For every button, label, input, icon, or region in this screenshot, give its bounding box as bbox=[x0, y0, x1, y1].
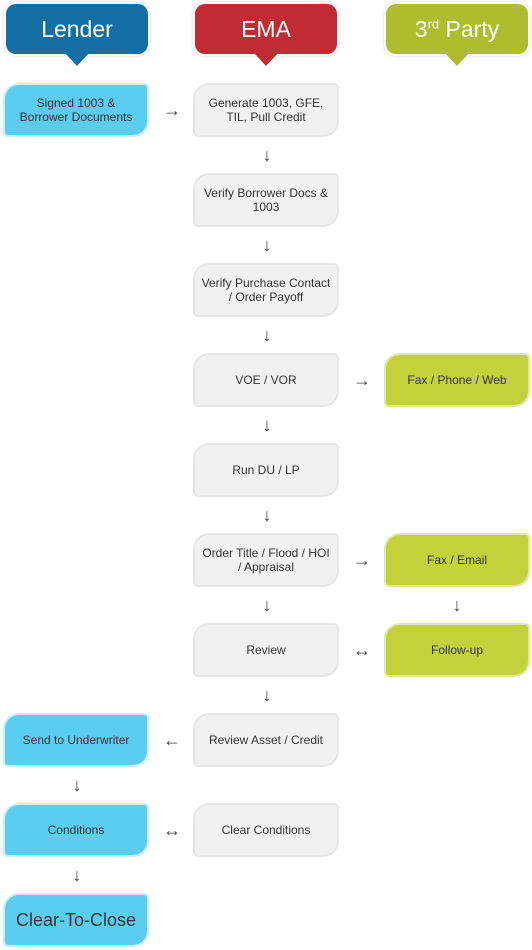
header-text: 3rd Party bbox=[414, 15, 500, 42]
arrow-down-icon: ↓ bbox=[262, 325, 272, 345]
node-fax-phone: Fax / Phone / Web bbox=[386, 355, 528, 405]
arrow-both-icon: ↔ bbox=[163, 820, 181, 840]
arrow-down-icon: ↓ bbox=[262, 415, 272, 435]
node-clear-conditions: Clear Conditions bbox=[195, 805, 337, 855]
arrow-down-icon: ↓ bbox=[72, 775, 82, 795]
third-party-header: 3rd Party bbox=[386, 4, 528, 66]
arrow-down-icon: ↓ bbox=[262, 595, 272, 615]
arrow-down-icon: ↓ bbox=[262, 145, 272, 165]
arrow-down-icon: ↓ bbox=[452, 595, 462, 615]
ema-header: EMA bbox=[195, 4, 337, 66]
node-fax-email: Fax / Email bbox=[386, 535, 528, 585]
arrow-both-icon: ↔ bbox=[353, 640, 371, 660]
node-signed: Signed 1003 & Borrower Documents bbox=[5, 85, 147, 135]
node-verify-docs: Verify Borrower Docs & 1003 bbox=[195, 175, 337, 225]
arrow-down-icon: ↓ bbox=[262, 685, 272, 705]
arrow-right-icon: → bbox=[353, 550, 371, 570]
node-send-uw: Send to Underwriter bbox=[5, 715, 147, 765]
node-review-asset: Review Asset / Credit bbox=[195, 715, 337, 765]
node-voe: VOE / VOR bbox=[195, 355, 337, 405]
node-ctc: Clear-To-Close bbox=[5, 895, 147, 945]
lender-header: Lender bbox=[6, 4, 148, 66]
node-run-du: Run DU / LP bbox=[195, 445, 337, 495]
arrow-down-icon: ↓ bbox=[262, 505, 272, 525]
node-order-title: Order Title / Flood / HOI / Appraisal bbox=[195, 535, 337, 585]
arrow-right-icon: → bbox=[163, 100, 181, 120]
node-verify-purchase: Verify Purchase Contact / Order Payoff bbox=[195, 265, 337, 315]
arrow-right-icon: → bbox=[353, 370, 371, 390]
arrow-down-icon: ↓ bbox=[72, 865, 82, 885]
arrow-down-icon: ↓ bbox=[262, 235, 272, 255]
node-generate: Generate 1003, GFE, TIL, Pull Credit bbox=[195, 85, 337, 135]
node-review: Review bbox=[195, 625, 337, 675]
arrow-left-icon: ← bbox=[163, 730, 181, 750]
node-followup: Follow-up bbox=[386, 625, 528, 675]
node-conditions: Conditions bbox=[5, 805, 147, 855]
